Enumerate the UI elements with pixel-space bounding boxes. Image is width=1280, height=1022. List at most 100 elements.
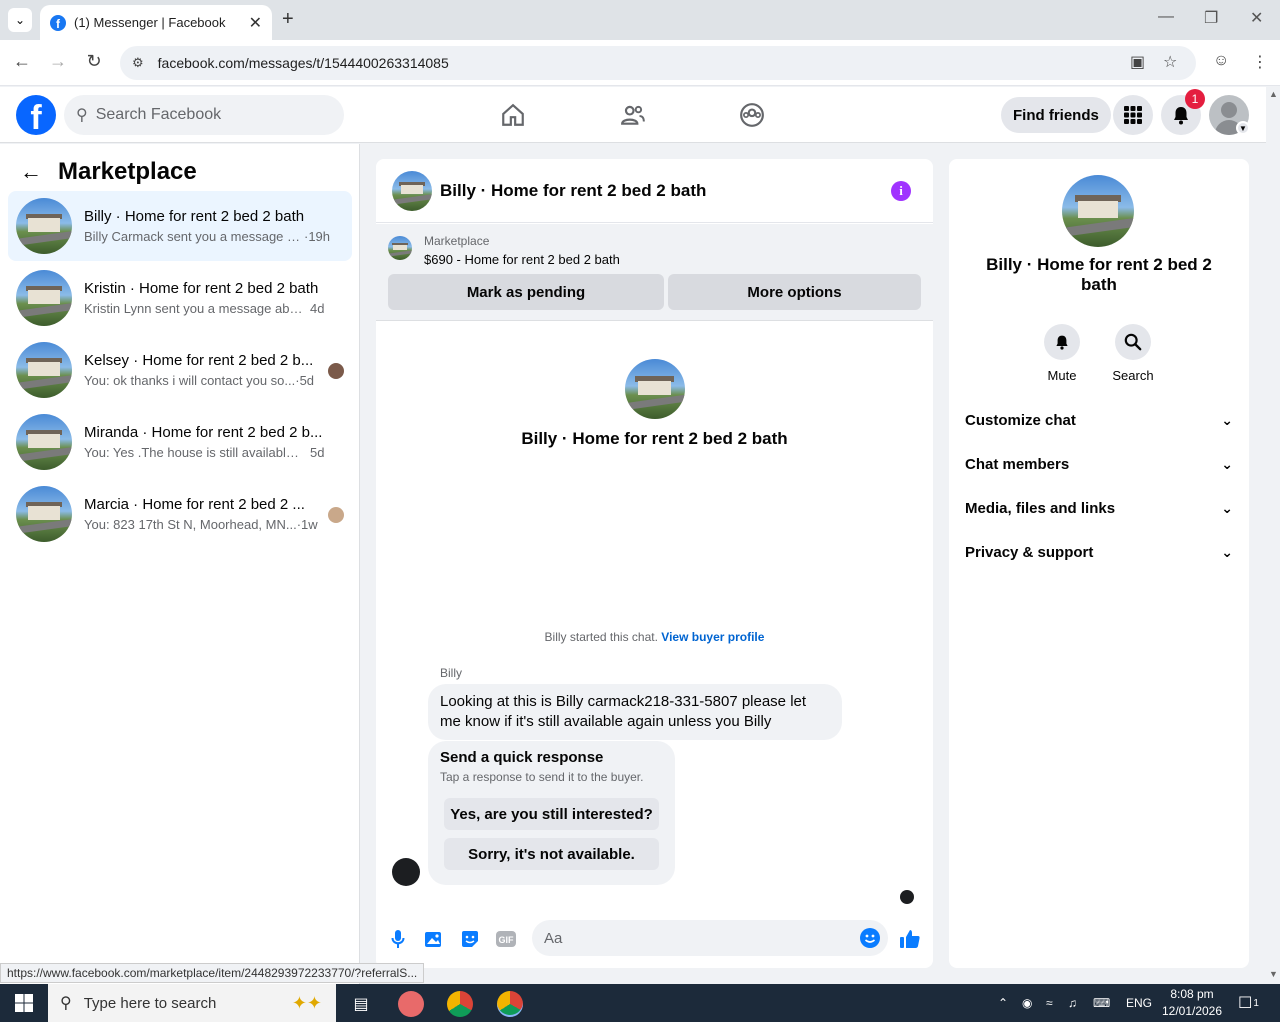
windows-taskbar: ⚲ Type here to search ✦✦ ▤ ⌃ ◉ ≈ ♫ ⌨ ENG… [0, 984, 1280, 1022]
listing-thumbnail [16, 270, 72, 326]
profile-icon[interactable]: ☺ [1213, 52, 1229, 70]
find-friends-button[interactable]: Find friends [1001, 97, 1111, 133]
meet-now-icon[interactable]: ◉ [1022, 984, 1032, 1022]
listing-thumbnail [16, 486, 72, 542]
message-sender: Billy [440, 666, 463, 680]
quick-response-subtitle: Tap a response to send it to the buyer. [440, 770, 644, 784]
account-chevron-down-icon[interactable]: ▼ [1236, 121, 1250, 135]
conversation-item[interactable]: Miranda · Home for rent 2 bed 2 b... You… [8, 407, 352, 477]
page-scrollbar[interactable]: ▲ ▼ [1266, 87, 1280, 983]
browser-toolbar: ← → ↻ ⚙ facebook.com/messages/t/15444002… [0, 40, 1280, 86]
thumbs-up-icon[interactable] [899, 928, 921, 950]
listing-thumbnail [16, 198, 72, 254]
quick-reply-yes-button[interactable]: Yes, are you still interested? [444, 798, 659, 830]
facebook-search[interactable]: ⚲ [64, 95, 344, 135]
search-input[interactable] [95, 106, 316, 124]
search-icon[interactable] [1115, 324, 1151, 360]
conversation-name: Marcia · Home for rent 2 bed 2 ... [84, 496, 305, 513]
friends-icon[interactable] [619, 101, 647, 129]
window-close-icon[interactable]: ✕ [1250, 8, 1263, 28]
task-view-icon[interactable]: ▤ [348, 991, 374, 1017]
windows-start-icon[interactable] [0, 984, 48, 1022]
install-app-icon[interactable]: ▣ [1130, 52, 1145, 72]
photo-icon[interactable] [423, 928, 445, 950]
groups-icon[interactable] [738, 101, 766, 129]
chat-intro-name: Billy · Home for rent 2 bed 2 bath [521, 429, 788, 448]
clock-date: 12/01/2026 [1161, 1004, 1223, 1018]
conversation-item[interactable]: Kelsey · Home for rent 2 bed 2 b... You:… [8, 335, 352, 405]
browser-tab[interactable]: f (1) Messenger | Facebook ✕ [40, 5, 272, 40]
sticker-icon[interactable] [459, 928, 481, 950]
message-input[interactable] [532, 920, 888, 956]
back-icon[interactable]: ← [10, 51, 34, 72]
chat-panel: Billy · Home for rent 2 bed 2 bath i Mar… [376, 159, 933, 968]
listing-price-title[interactable]: $690 - Home for rent 2 bed 2 bath [424, 252, 620, 267]
scroll-up-icon[interactable]: ▲ [1269, 89, 1278, 99]
notification-badge: 1 [1185, 89, 1205, 109]
listing-mini-thumbnail[interactable] [388, 236, 412, 260]
tab-search-chevron-icon[interactable]: ⌄ [8, 8, 32, 32]
tab-close-icon[interactable]: ✕ [249, 13, 262, 33]
scroll-down-icon[interactable]: ▼ [1269, 969, 1278, 979]
conversation-thumbnail[interactable] [1062, 175, 1134, 247]
read-receipt-avatar [900, 890, 914, 904]
quick-response-card: Send a quick response Tap a response to … [428, 741, 675, 885]
search-action[interactable]: Search [1103, 324, 1163, 383]
url-text: facebook.com/messages/t/1544400263314085 [157, 55, 449, 71]
browser-menu-icon[interactable]: ⋮ [1252, 52, 1268, 72]
keyboard-icon[interactable]: ⌨ [1093, 984, 1110, 1022]
paint-app-icon[interactable] [398, 991, 424, 1017]
bookmark-star-icon[interactable]: ☆ [1163, 52, 1177, 72]
chrome-profile-app-icon[interactable] [497, 991, 523, 1017]
back-arrow-icon[interactable]: ← [20, 159, 42, 185]
taskbar-search[interactable]: ⚲ Type here to search ✦✦ [48, 984, 336, 1022]
home-icon[interactable] [499, 101, 527, 129]
mute-action[interactable]: Mute [1032, 324, 1092, 383]
chevron-down-icon: ⌄ [1221, 543, 1233, 560]
media-files-links-section[interactable]: Media, files and links ⌄ [957, 486, 1241, 530]
quick-response-title: Send a quick response [440, 749, 604, 766]
address-bar[interactable]: ⚙ facebook.com/messages/t/15444002633140… [120, 46, 1196, 80]
chat-header-thumbnail[interactable] [392, 170, 432, 211]
forward-icon[interactable]: → [46, 51, 70, 72]
minimize-icon[interactable]: — [1158, 8, 1174, 26]
tray-chevron-up-icon[interactable]: ⌃ [998, 984, 1008, 1022]
facebook-logo-icon[interactable]: f [16, 95, 56, 135]
emoji-icon[interactable] [860, 928, 880, 948]
seen-avatar [328, 507, 344, 523]
chevron-down-icon: ⌄ [1221, 411, 1233, 428]
taskbar-clock[interactable]: 8:08 pm 12/01/2026 [1160, 986, 1224, 1020]
marketplace-sidebar: ← Marketplace Billy · Home for rent 2 be… [0, 144, 360, 984]
wifi-icon[interactable]: ≈ [1046, 984, 1053, 1022]
restore-icon[interactable]: ❐ [1204, 8, 1218, 28]
gif-icon[interactable]: GIF [495, 928, 517, 950]
new-tab-icon[interactable]: + [282, 8, 294, 31]
site-settings-icon[interactable]: ⚙ [132, 55, 144, 71]
mark-as-pending-button[interactable]: Mark as pending [388, 274, 664, 310]
microphone-icon[interactable] [387, 928, 409, 950]
conversation-item[interactable]: Billy · Home for rent 2 bed 2 bath Billy… [8, 191, 352, 261]
reload-icon[interactable]: ↻ [82, 51, 106, 72]
action-center-icon[interactable]: ☐ 1 [1238, 984, 1259, 1022]
quick-reply-sorry-button[interactable]: Sorry, it's not available. [444, 838, 659, 870]
language-indicator[interactable]: ENG [1126, 984, 1152, 1022]
menu-grid-icon[interactable] [1113, 95, 1153, 135]
chat-title[interactable]: Billy · Home for rent 2 bed 2 bath [440, 181, 706, 201]
chrome-app-icon[interactable] [447, 991, 473, 1017]
chat-intro-thumbnail [624, 359, 685, 419]
action-center-count: 1 [1253, 997, 1259, 1009]
section-label: Chat members [965, 455, 1070, 473]
view-buyer-profile-link[interactable]: View buyer profile [661, 630, 764, 644]
privacy-support-section[interactable]: Privacy & support ⌄ [957, 530, 1241, 574]
conversation-item[interactable]: Kristin · Home for rent 2 bed 2 bath Kri… [8, 263, 352, 333]
volume-icon[interactable]: ♫ [1068, 984, 1077, 1022]
more-options-button[interactable]: More options [668, 274, 921, 310]
tab-title: (1) Messenger | Facebook [74, 15, 226, 30]
info-icon[interactable]: i [891, 181, 911, 201]
customize-chat-section[interactable]: Customize chat ⌄ [957, 398, 1241, 442]
conversation-time: 4d [310, 301, 325, 316]
chat-members-section[interactable]: Chat members ⌄ [957, 442, 1241, 486]
bell-icon[interactable] [1044, 324, 1080, 360]
chat-info-panel: Billy · Home for rent 2 bed 2 bath Mute … [949, 159, 1249, 968]
conversation-item[interactable]: Marcia · Home for rent 2 bed 2 ... You: … [8, 479, 352, 549]
